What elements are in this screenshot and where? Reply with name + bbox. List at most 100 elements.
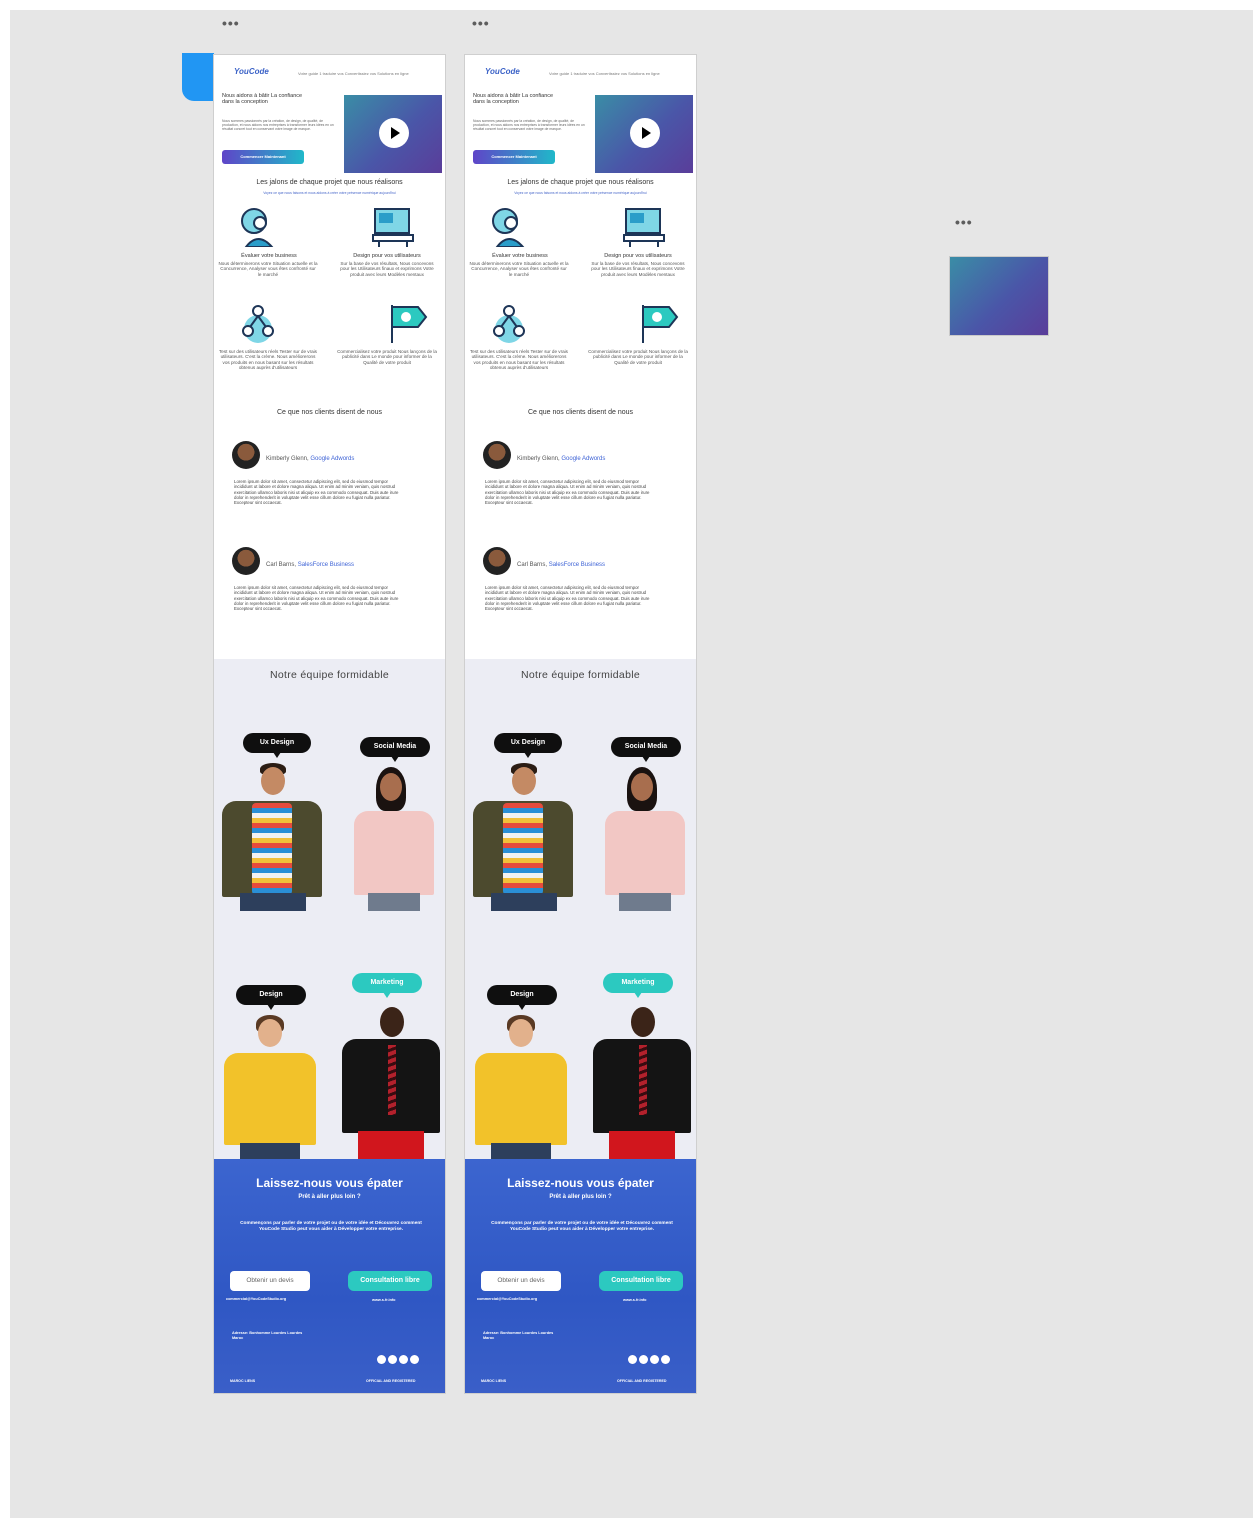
- testimonials-title: Ce que nos clients disent de nous: [276, 409, 383, 416]
- social-icons: [628, 1351, 672, 1369]
- team-title: Notre équipe formidable: [521, 669, 640, 681]
- footer-address: Adresse: Bonhomme Lourdes Lourdes Maroc: [232, 1331, 303, 1340]
- frame-2-menu-icon[interactable]: •••: [472, 16, 490, 30]
- testimonial-2-company[interactable]: SalesForce Business: [549, 562, 605, 568]
- footer-title: Laissez-nous vous épater: [256, 1176, 403, 1190]
- person-analysis-icon: [241, 208, 274, 247]
- email-header: YouCode Votre guide 1 traduire vos Conve…: [465, 55, 696, 90]
- feature-2-title: Design pour vos utilisateurs: [604, 253, 672, 259]
- feature-2-title: Design pour vos utilisateurs: [353, 253, 421, 259]
- testimonial-2-text: Lorem ipsum dolor sit amet, consectetur …: [485, 585, 650, 612]
- role-bubble: Social Media: [360, 737, 430, 762]
- feature-1-text: Nous déterminerons votre Situation actue…: [218, 261, 318, 277]
- instagram-icon[interactable]: [661, 1355, 670, 1364]
- flag-check-icon: [642, 305, 679, 343]
- footer-email[interactable]: commercial@YouCodeStudio.org: [477, 1297, 537, 1301]
- hero-image-thumbnail[interactable]: [949, 256, 1049, 336]
- footer-bottom-right: OFFICIAL AND REGISTERED: [366, 1379, 416, 1383]
- feature-1-title: Évaluer votre business: [492, 253, 548, 259]
- steps-title: Les jalons de chaque projet que nous réa…: [507, 179, 654, 186]
- logo[interactable]: YouCode: [234, 67, 269, 76]
- team-member-photo: [471, 1015, 571, 1159]
- avatar: [483, 441, 511, 469]
- quote-button[interactable]: Obtenir un devis: [230, 1271, 310, 1291]
- play-icon[interactable]: [379, 118, 409, 148]
- facebook-icon[interactable]: [628, 1355, 637, 1364]
- facebook-icon[interactable]: [377, 1355, 386, 1364]
- testimonials-title: Ce que nos clients disent de nous: [527, 409, 634, 416]
- flag-check-icon: [391, 305, 428, 343]
- twitter-icon[interactable]: [388, 1355, 397, 1364]
- footer-cta: Laissez-nous vous épater Prêt à aller pl…: [214, 1159, 445, 1393]
- avatar: [483, 547, 511, 575]
- testimonial-1-person: Kimberly Glenn,: [266, 456, 309, 462]
- email-frame-2[interactable]: YouCode Votre guide 1 traduire vos Conve…: [465, 55, 696, 1393]
- footer-link[interactable]: www.s.fr.info: [372, 1298, 396, 1302]
- role-bubble: Marketing: [603, 973, 673, 998]
- feature-3-text: Test sur des utilisateurs réels Tester s…: [219, 349, 317, 371]
- hero-video[interactable]: [595, 95, 693, 173]
- email-header: YouCode Votre guide 1 traduire vos Conve…: [214, 55, 445, 90]
- feature-4-text: Commercialisez votre produit Nous lançon…: [588, 349, 688, 365]
- instagram-icon[interactable]: [410, 1355, 419, 1364]
- logo[interactable]: YouCode: [485, 67, 520, 76]
- email-frame-1[interactable]: YouCode Votre guide 1 traduire vos Conve…: [214, 55, 445, 1393]
- header-tagline: Votre guide 1 traduire vos Convertissiez…: [549, 71, 660, 76]
- selection-tab[interactable]: [182, 53, 214, 101]
- footer-text: Commençons par parler de votre projet ou…: [240, 1221, 422, 1232]
- consultation-button[interactable]: Consultation libre: [599, 1271, 683, 1291]
- testimonial-1-name: Kimberly Glenn, Google Adwords: [266, 456, 354, 462]
- testimonial-1-company[interactable]: Google Adwords: [561, 456, 605, 462]
- footer-link[interactable]: www.s.fr.info: [623, 1298, 647, 1302]
- footer-bottom-left[interactable]: MAROC LIENS: [481, 1379, 506, 1383]
- steps-subtitle: Voyez ce que nous faisons et nous aidons…: [514, 191, 647, 195]
- footer-bottom-left[interactable]: MAROC LIENS: [230, 1379, 255, 1383]
- testimonial-2-company[interactable]: SalesForce Business: [298, 562, 354, 568]
- team-member-photo: [597, 767, 693, 911]
- testimonial-2-name: Carl Barns, SalesForce Business: [517, 562, 605, 568]
- team-member-photo: [218, 763, 326, 911]
- footer-bottom-right: OFFICIAL AND REGISTERED: [617, 1379, 667, 1383]
- team-title: Notre équipe formidable: [270, 669, 389, 681]
- hero-video[interactable]: [344, 95, 442, 173]
- linkedin-icon[interactable]: [399, 1355, 408, 1364]
- user-network-icon: [242, 305, 274, 343]
- start-button[interactable]: Commencer Maintenant: [473, 150, 555, 164]
- feature-1-text: Nous déterminerons votre Situation actue…: [469, 261, 569, 277]
- social-icons: [377, 1351, 421, 1369]
- team-member-photo: [338, 1005, 442, 1159]
- testimonial-1-company[interactable]: Google Adwords: [310, 456, 354, 462]
- testimonial-2-person: Carl Barns,: [266, 562, 297, 568]
- team-member-photo: [346, 767, 442, 911]
- footer-email[interactable]: commercial@YouCodeStudio.org: [226, 1297, 286, 1301]
- consultation-button[interactable]: Consultation libre: [348, 1271, 432, 1291]
- testimonial-1-text: Lorem ipsum dolor sit amet, consectetur …: [485, 479, 650, 506]
- role-bubble: Social Media: [611, 737, 681, 762]
- team-member-photo: [220, 1015, 320, 1159]
- feature-3-text: Test sur des utilisateurs réels Tester s…: [470, 349, 568, 371]
- testimonial-2-name: Carl Barns, SalesForce Business: [266, 562, 354, 568]
- twitter-icon[interactable]: [639, 1355, 648, 1364]
- design-monitor-icon: [372, 208, 414, 247]
- hero-title: Nous aidons à bâtir La confiance dans la…: [222, 93, 303, 105]
- role-bubble: Design: [236, 985, 306, 1010]
- feature-2-text: Sur la base de vos résultats, Nous conce…: [340, 261, 434, 277]
- person-analysis-icon: [492, 208, 525, 247]
- avatar: [232, 441, 260, 469]
- hero-title: Nous aidons à bâtir La confiance dans la…: [473, 93, 554, 105]
- frame-1-menu-icon[interactable]: •••: [222, 16, 240, 30]
- role-bubble: Ux Design: [494, 733, 562, 758]
- steps-title: Les jalons de chaque projet que nous réa…: [256, 179, 403, 186]
- quote-button[interactable]: Obtenir un devis: [481, 1271, 561, 1291]
- footer-text: Commençons par parler de votre projet ou…: [491, 1221, 673, 1232]
- role-bubble: Design: [487, 985, 557, 1010]
- role-bubble: Ux Design: [243, 733, 311, 758]
- play-icon[interactable]: [630, 118, 660, 148]
- start-button[interactable]: Commencer Maintenant: [222, 150, 304, 164]
- feature-1-title: Évaluer votre business: [241, 253, 297, 259]
- linkedin-icon[interactable]: [650, 1355, 659, 1364]
- footer-subtitle: Prêt à aller plus loin ?: [549, 1194, 612, 1200]
- footer-subtitle: Prêt à aller plus loin ?: [298, 1194, 361, 1200]
- avatar: [232, 547, 260, 575]
- image-menu-icon[interactable]: •••: [955, 215, 973, 229]
